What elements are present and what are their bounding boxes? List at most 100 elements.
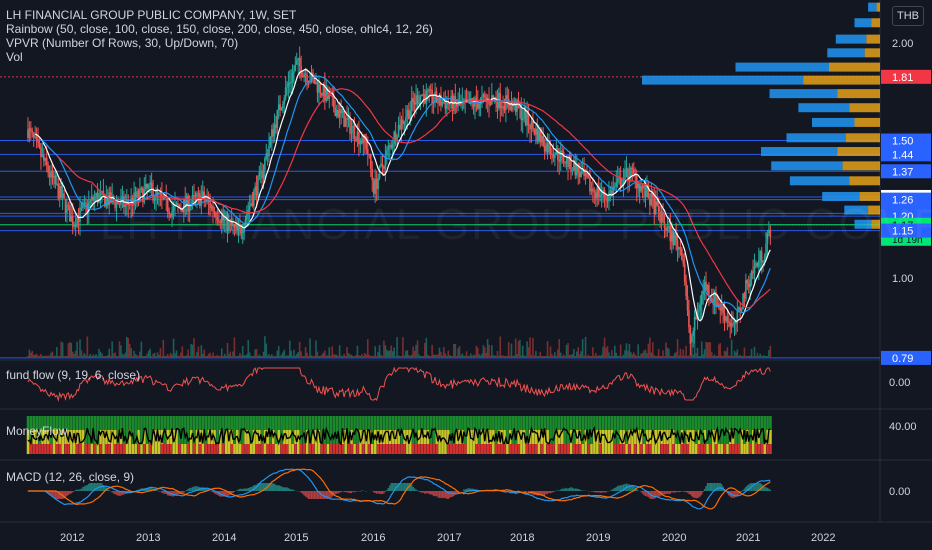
moneyflow-cell <box>178 444 181 454</box>
moneyflow-cell <box>754 444 758 454</box>
moneyflow-cell <box>426 416 430 430</box>
macd-histogram-bar <box>663 491 666 495</box>
moneyflow-label[interactable]: MoneyFlow <box>6 424 67 438</box>
candle-body <box>485 97 488 100</box>
moneyflow-cell <box>455 444 459 454</box>
candle-body <box>643 184 645 189</box>
moneyflow-cell <box>137 444 140 454</box>
moneyflow-cell <box>288 444 292 454</box>
moneyflow-cell <box>72 444 76 454</box>
macd-histogram-bar <box>287 488 290 491</box>
moneyflow-cell <box>105 444 108 454</box>
moneyflow-cell <box>64 444 67 454</box>
candle-body <box>193 195 195 197</box>
volume-bar <box>96 355 99 358</box>
moneyflow-cell <box>376 416 380 430</box>
moneyflow-cell <box>311 444 315 454</box>
macd-histogram-bar <box>283 487 285 491</box>
candle-body <box>756 263 759 267</box>
volume-bar <box>530 355 533 358</box>
time-axis-tick: 2020 <box>662 532 686 544</box>
currency-badge[interactable]: THB <box>892 6 924 26</box>
volume-bar <box>328 347 331 358</box>
volume-bar <box>631 354 634 358</box>
moneyflow-cell <box>604 444 608 454</box>
moneyflow-cell <box>558 444 561 454</box>
fund-flow-label[interactable]: fund flow (9, 19, 6, close) <box>6 368 140 382</box>
volume-bar <box>92 354 94 358</box>
volume-bar <box>529 337 531 358</box>
volume-bar <box>428 355 431 358</box>
moneyflow-cell <box>657 416 661 430</box>
candle-body <box>586 173 588 178</box>
volume-indicator-label[interactable]: Vol <box>6 50 433 64</box>
volume-bar <box>241 346 244 358</box>
candle-body <box>329 95 332 97</box>
moneyflow-cell <box>385 416 389 430</box>
moneyflow-cell <box>280 416 283 430</box>
moneyflow-cell <box>531 444 535 454</box>
moneyflow-cell <box>394 416 398 430</box>
macd-label[interactable]: MACD (12, 26, close, 9) <box>6 470 134 484</box>
macd-histogram-bar <box>108 490 110 491</box>
moneyflow-cell <box>192 444 196 454</box>
time-axis-tick: 2014 <box>212 532 236 544</box>
moneyflow-cell <box>227 444 231 454</box>
macd-histogram-bar <box>570 487 572 491</box>
moneyflow-cell <box>711 416 715 430</box>
volume-bar <box>685 345 687 358</box>
vpvr-down-bar <box>837 147 880 157</box>
volume-bar <box>760 355 763 358</box>
rainbow-indicator-label[interactable]: Rainbow (50, close, 100, close, 150, clo… <box>6 22 433 36</box>
chart-canvas[interactable]: 2.001.001.811.501.441.371.271.261.211.20… <box>0 0 932 550</box>
volume-bar <box>171 354 173 358</box>
moneyflow-cell <box>102 416 105 430</box>
moneyflow-cell <box>598 416 602 430</box>
volume-bar <box>218 355 220 358</box>
macd-histogram-bar <box>526 491 528 492</box>
volume-bar <box>230 356 233 358</box>
volume-bar <box>331 346 334 358</box>
candle-body <box>150 182 153 189</box>
macd-histogram-bar <box>301 491 304 494</box>
candle-body <box>542 135 544 146</box>
moneyflow-cell <box>731 444 735 454</box>
moneyflow-cell <box>207 416 211 430</box>
moneyflow-cell <box>709 444 712 454</box>
moneyflow-cell <box>81 444 85 454</box>
volume-bar <box>329 355 332 358</box>
candle-body <box>719 307 722 311</box>
volume-bar <box>335 354 338 358</box>
volume-bar <box>586 355 588 358</box>
candle-body <box>746 280 749 284</box>
volume-bar <box>378 345 381 358</box>
candle-body <box>431 90 433 104</box>
candle-body <box>355 139 357 142</box>
moneyflow-cell <box>365 444 368 454</box>
moneyflow-cell <box>648 430 652 444</box>
macd-histogram-bar <box>766 487 769 491</box>
macd-histogram-bar <box>66 491 68 497</box>
macd-histogram-bar <box>380 491 382 495</box>
macd-histogram-bar <box>377 491 379 494</box>
volume-bar <box>271 354 273 358</box>
vpvr-indicator-label[interactable]: VPVR (Number Of Rows, 30, Up/Down, 70) <box>6 36 433 50</box>
volume-bar <box>719 343 722 358</box>
moneyflow-cell <box>563 444 567 454</box>
moneyflow-cell <box>478 444 481 454</box>
volume-bar <box>265 343 268 358</box>
candle-body <box>316 81 319 93</box>
volume-bar <box>203 349 206 358</box>
macd-histogram-bar <box>361 490 363 491</box>
volume-bar <box>306 352 308 358</box>
candle-body <box>287 83 290 87</box>
volume-bar <box>651 342 654 358</box>
volume-bar <box>358 355 360 358</box>
moneyflow-cell <box>238 416 242 430</box>
volume-bar <box>678 355 680 358</box>
moneyflow-cell <box>677 416 681 430</box>
moneyflow-cell <box>201 444 205 454</box>
volume-bar <box>307 355 310 358</box>
volume-bar <box>498 355 500 358</box>
candle-body <box>137 191 140 199</box>
